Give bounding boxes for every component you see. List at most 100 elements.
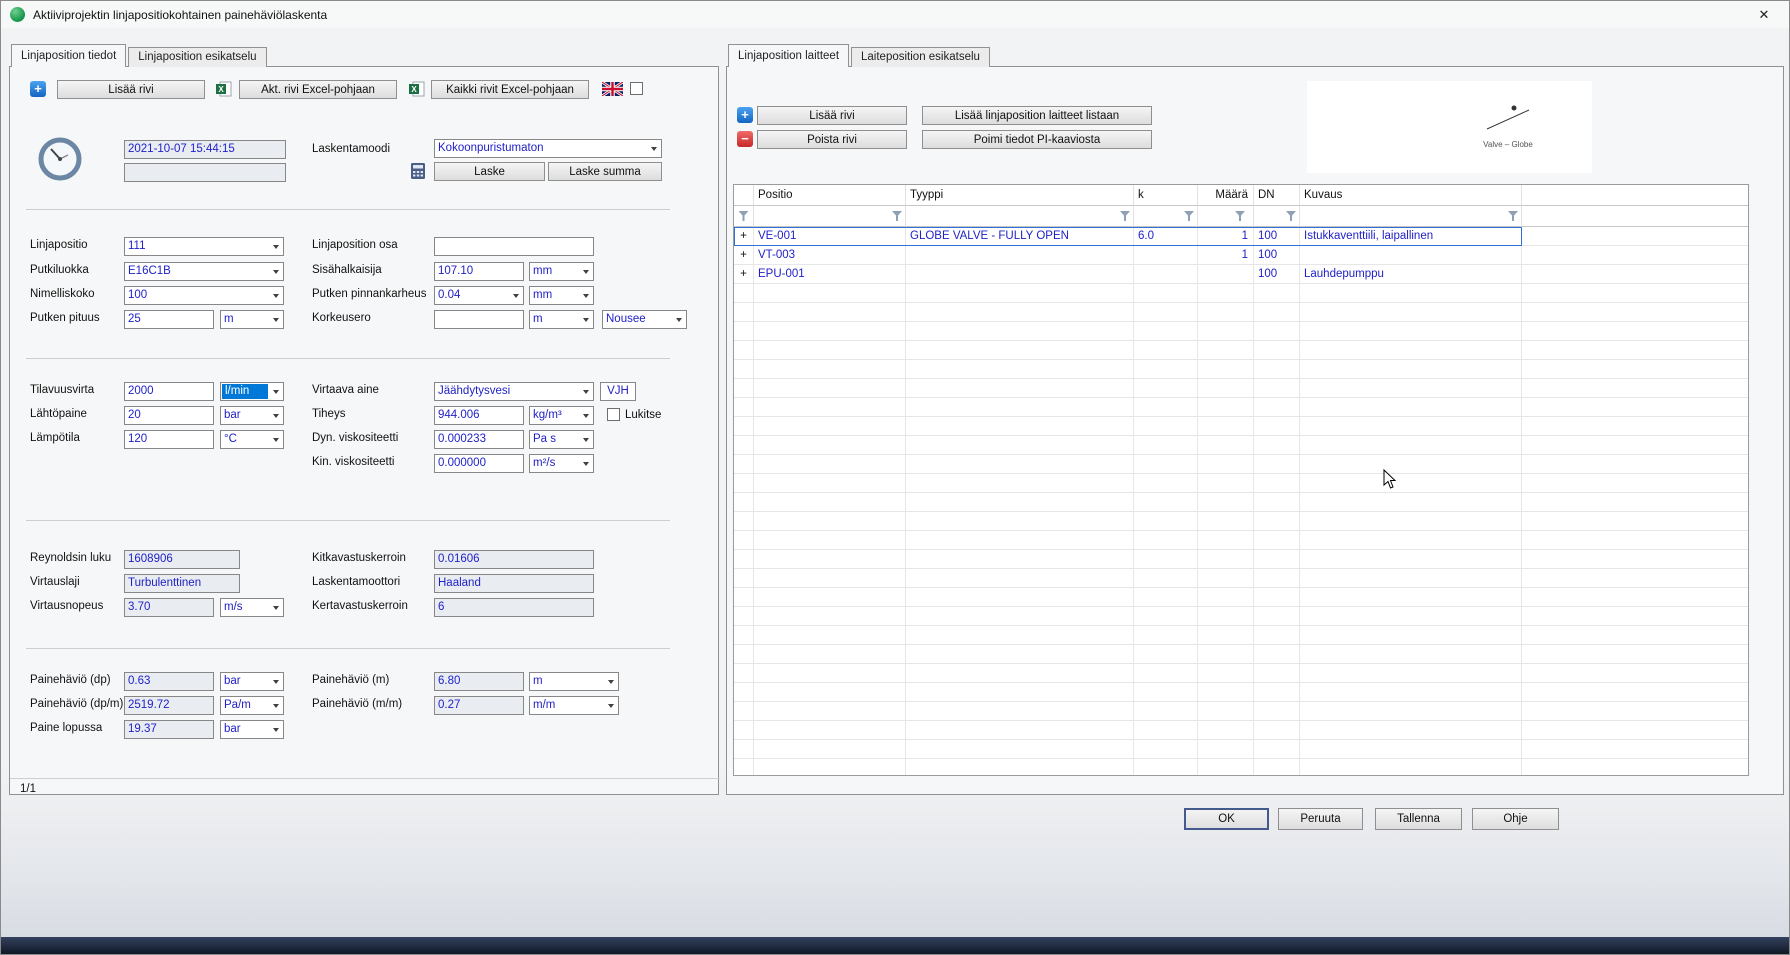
- cell-kuvaus[interactable]: [1300, 246, 1522, 265]
- cell-tyyppi[interactable]: GLOBE VALVE - FULLY OPEN: [906, 227, 1134, 246]
- excel-icon[interactable]: X: [216, 81, 232, 97]
- expand-toggle[interactable]: +: [734, 265, 754, 284]
- paine-lopussa-unit-select[interactable]: bar: [220, 720, 284, 739]
- filter-icon[interactable]: [1508, 211, 1518, 221]
- tilavuusvirta-unit-select[interactable]: l/min: [220, 382, 284, 401]
- cell-k[interactable]: [1134, 246, 1198, 265]
- poimi-tiedot-button[interactable]: Poimi tiedot PI-kaaviosta: [922, 130, 1152, 149]
- kaikki-rivit-excel-button[interactable]: Kaikki rivit Excel-pohjaan: [431, 80, 589, 99]
- lisaa-laitteet-listaan-button[interactable]: Lisää linjaposition laitteet listaan: [922, 106, 1152, 125]
- sisahalkaisija-unit-select[interactable]: mm: [529, 262, 594, 281]
- table-row-empty[interactable]: [734, 550, 1748, 569]
- cell-maara[interactable]: [1198, 265, 1254, 284]
- tab-linjaposition-tiedot[interactable]: Linjaposition tiedot: [11, 44, 126, 67]
- tallenna-button[interactable]: Tallenna: [1375, 808, 1462, 830]
- laskentamoodi-select[interactable]: Kokoonpuristumaton: [434, 139, 662, 158]
- lahtopaine-input[interactable]: 20: [124, 406, 214, 425]
- filter-icon[interactable]: [892, 211, 902, 221]
- putken-pituus-input[interactable]: 25: [124, 310, 214, 329]
- table-row-empty[interactable]: [734, 531, 1748, 550]
- painehavio-dpm-unit-select[interactable]: Pa/m: [220, 696, 284, 715]
- add-device-icon[interactable]: +: [737, 107, 753, 123]
- filter-icon[interactable]: [1184, 211, 1194, 221]
- cell-k[interactable]: 6.0: [1134, 227, 1198, 246]
- table-row-empty[interactable]: [734, 398, 1748, 417]
- tiheys-input[interactable]: 944.006: [434, 406, 524, 425]
- table-row-empty[interactable]: [734, 303, 1748, 322]
- lukitse-checkbox[interactable]: [607, 408, 620, 421]
- table-row-empty[interactable]: [734, 626, 1748, 645]
- akt-rivi-excel-button[interactable]: Akt. rivi Excel-pohjaan: [239, 80, 397, 99]
- ok-button[interactable]: OK: [1184, 808, 1269, 830]
- cell-maara[interactable]: 1: [1198, 246, 1254, 265]
- dyn-viskositeetti-input[interactable]: 0.000233: [434, 430, 524, 449]
- painehavio-mm-unit-select[interactable]: m/m: [529, 696, 619, 715]
- korkeusero-unit-select[interactable]: m: [529, 310, 594, 329]
- cell-positio[interactable]: EPU-001: [754, 265, 906, 284]
- lisaa-rivi-button[interactable]: Lisää rivi: [57, 80, 205, 99]
- virtaava-aine-select[interactable]: Jäähdytysvesi: [434, 382, 594, 401]
- table-row-empty[interactable]: [734, 721, 1748, 740]
- cell-dn[interactable]: 100: [1254, 227, 1300, 246]
- cell-dn[interactable]: 100: [1254, 246, 1300, 265]
- peruuta-button[interactable]: Peruuta: [1278, 808, 1363, 830]
- virtausnopeus-unit-select[interactable]: m/s: [220, 598, 284, 617]
- painehavio-m-unit-select[interactable]: m: [529, 672, 619, 691]
- col-dn[interactable]: DN: [1254, 185, 1300, 206]
- expand-toggle[interactable]: +: [734, 246, 754, 265]
- col-maara[interactable]: Määrä: [1198, 185, 1254, 206]
- table-row-empty[interactable]: [734, 436, 1748, 455]
- add-row-icon[interactable]: +: [30, 81, 46, 97]
- tab-linjaposition-laitteet[interactable]: Linjaposition laitteet: [728, 44, 849, 67]
- kin-viskositeetti-unit-select[interactable]: m²/s: [529, 454, 594, 473]
- table-row-empty[interactable]: [734, 474, 1748, 493]
- cell-k[interactable]: [1134, 265, 1198, 284]
- lampotila-input[interactable]: 120: [124, 430, 214, 449]
- poista-rivi-button[interactable]: Poista rivi: [757, 130, 907, 149]
- table-row-empty[interactable]: [734, 588, 1748, 607]
- kin-viskositeetti-input[interactable]: 0.000000: [434, 454, 524, 473]
- calculator-icon[interactable]: [409, 162, 427, 180]
- col-positio[interactable]: Positio: [754, 185, 906, 206]
- col-k[interactable]: k: [1134, 185, 1198, 206]
- putken-pituus-unit-select[interactable]: m: [220, 310, 284, 329]
- tab-linjaposition-esikatselu[interactable]: Linjaposition esikatselu: [128, 47, 266, 67]
- table-row[interactable]: + VT-003 1 100: [734, 246, 1748, 265]
- table-row-empty[interactable]: [734, 569, 1748, 588]
- pinnankarheus-select[interactable]: 0.04: [434, 286, 524, 305]
- filter-icon[interactable]: [1120, 211, 1130, 221]
- table-row-empty[interactable]: [734, 607, 1748, 626]
- remove-device-icon[interactable]: −: [737, 131, 753, 147]
- linjaposition-osa-input[interactable]: [434, 237, 594, 256]
- cell-dn[interactable]: 100: [1254, 265, 1300, 284]
- expand-toggle[interactable]: +: [734, 227, 754, 246]
- lisaa-rivi-device-button[interactable]: Lisää rivi: [757, 106, 907, 125]
- laske-button[interactable]: Laske: [434, 162, 545, 181]
- table-row-empty[interactable]: [734, 360, 1748, 379]
- table-row-empty[interactable]: [734, 322, 1748, 341]
- table-row-empty[interactable]: [734, 493, 1748, 512]
- dyn-viskositeetti-unit-select[interactable]: Pa s: [529, 430, 594, 449]
- cell-maara[interactable]: 1: [1198, 227, 1254, 246]
- table-row[interactable]: + EPU-001 100 Lauhdepumppu: [734, 265, 1748, 284]
- table-row-empty[interactable]: [734, 759, 1748, 776]
- col-tyyppi[interactable]: Tyyppi: [906, 185, 1134, 206]
- table-row-empty[interactable]: [734, 683, 1748, 702]
- painehavio-dp-unit-select[interactable]: bar: [220, 672, 284, 691]
- table-row-empty[interactable]: [734, 645, 1748, 664]
- filter-icon[interactable]: [739, 211, 749, 221]
- lampotila-unit-select[interactable]: °C: [220, 430, 284, 449]
- cell-kuvaus[interactable]: Istukkaventtiili, laipallinen: [1300, 227, 1522, 246]
- close-icon[interactable]: ✕: [1753, 5, 1775, 24]
- tab-laiteposition-esikatselu[interactable]: Laiteposition esikatselu: [851, 47, 990, 67]
- korkeusero-input[interactable]: [434, 310, 524, 329]
- table-row-empty[interactable]: [734, 664, 1748, 683]
- cell-positio[interactable]: VE-001: [754, 227, 906, 246]
- table-row-empty[interactable]: [734, 512, 1748, 531]
- linjapositio-select[interactable]: 111: [124, 237, 284, 256]
- lahtopaine-unit-select[interactable]: bar: [220, 406, 284, 425]
- language-checkbox[interactable]: [630, 82, 643, 95]
- filter-icon[interactable]: [1235, 211, 1245, 221]
- korkeusero-suunta-select[interactable]: Nousee: [602, 310, 687, 329]
- sisahalkaisija-input[interactable]: 107.10: [434, 262, 524, 281]
